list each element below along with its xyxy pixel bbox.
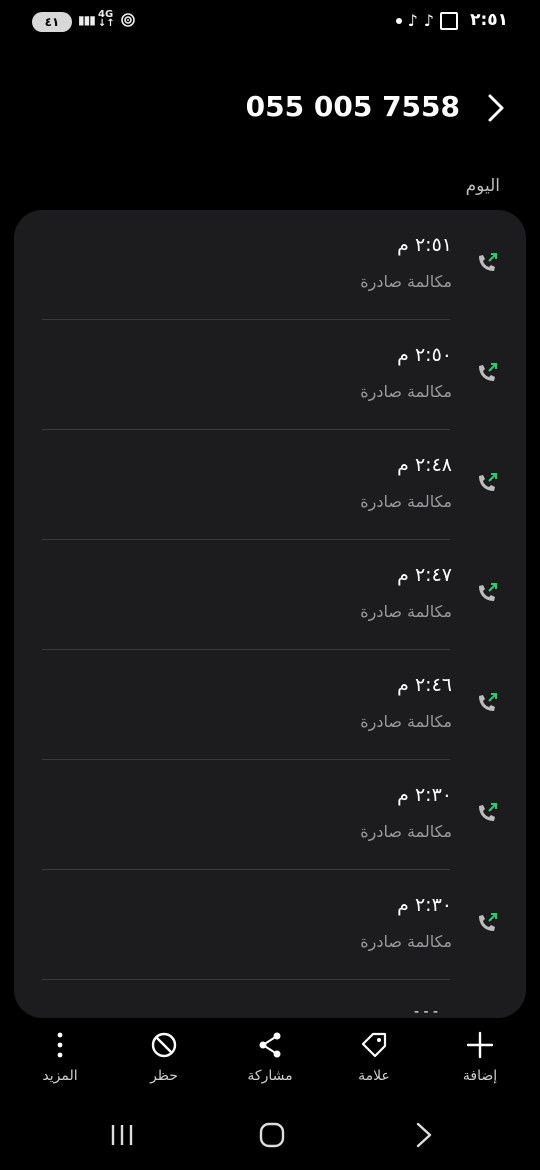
status-bar: ٤١ ▮▮▮ 4G ↓↑ ♪ ♪ ٢:٥١ [0,0,540,44]
more-vertical-icon [57,1032,63,1058]
outgoing-call-icon [479,253,497,271]
call-time: ٢:٤٧ م [397,564,452,586]
call-log-row[interactable]: ٢:٤٨ م مكالمة صادرة [42,430,497,540]
share-label: مشاركة [247,1068,293,1084]
add-button[interactable]: إضافة [430,1030,530,1084]
screen-capture-icon [440,11,458,30]
more-button[interactable]: المزيد [10,1030,110,1084]
partial-row-hint: ‐ ‐ ‐ [414,1004,439,1018]
call-log-row[interactable]: ٢:٥١ م مكالمة صادرة [42,210,497,320]
notification-dot-icon [395,17,402,24]
battery-level: ٤١ [44,15,60,29]
recent-apps-icon[interactable] [102,1120,142,1150]
call-time: ٢:٥١ م [397,234,452,256]
block-icon [151,1032,177,1058]
tiktok-icon: ♪ [407,11,418,30]
tag-button[interactable]: علامة [324,1030,424,1084]
status-time: ٢:٥١ [470,10,508,30]
back-icon[interactable] [404,1120,444,1150]
call-time: ٢:٣٠ م [397,894,452,916]
tag-label: علامة [358,1068,390,1084]
block-button[interactable]: حظر [114,1030,214,1084]
outgoing-call-icon [479,363,497,381]
system-navigation-bar [0,1100,540,1170]
tiktok-icon: ♪ [423,11,434,30]
call-type: مكالمة صادرة [360,382,452,401]
call-type: مكالمة صادرة [360,822,452,841]
call-type: مكالمة صادرة [360,602,452,621]
share-icon [259,1032,281,1058]
call-type: مكالمة صادرة [360,932,452,951]
outgoing-call-icon [479,803,497,821]
call-time: ٢:٤٨ م [397,454,452,476]
add-label: إضافة [462,1068,498,1084]
outgoing-call-icon [479,473,497,491]
network-label: 4G [98,9,114,20]
call-log-row[interactable]: ٢:٣٠ م مكالمة صادرة [42,870,497,980]
tag-icon [361,1032,387,1058]
row-divider [42,979,450,980]
block-label: حظر [150,1068,178,1084]
call-log-row[interactable]: ٢:٣٠ م مكالمة صادرة [42,760,497,870]
share-button[interactable]: مشاركة [220,1030,320,1084]
contact-number: 055 005 7558 [245,90,460,123]
battery-indicator: ٤١ [32,12,72,32]
call-time: ٢:٤٦ م [397,674,452,696]
outgoing-call-icon [479,583,497,601]
more-label: المزيد [42,1068,78,1084]
call-type: مكالمة صادرة [360,492,452,511]
call-time: ٢:٥٠ م [397,344,452,366]
outgoing-call-icon [479,693,497,711]
hotspot-icon [121,13,135,27]
outgoing-call-icon [479,913,497,931]
call-log-row[interactable]: ٢:٥٠ م مكالمة صادرة [42,320,497,430]
call-time: ٢:٣٠ م [397,784,452,806]
back-chevron-icon[interactable] [482,92,508,124]
call-log-row[interactable]: ٢:٤٦ م مكالمة صادرة [42,650,497,760]
call-log-row[interactable]: ٢:٤٧ م مكالمة صادرة [42,540,497,650]
network-type: 4G ↓↑ [98,9,115,29]
call-type: مكالمة صادرة [360,712,452,731]
call-type: مكالمة صادرة [360,272,452,291]
plus-icon [466,1031,494,1059]
home-icon[interactable] [252,1120,292,1150]
action-bar: إضافة علامة مشاركة حظر المزيد [0,1030,540,1094]
notification-icons: ♪ ♪ [395,11,458,30]
signal-icon: ▮▮▮ [78,13,96,27]
date-section-label: اليوم [465,176,500,196]
call-history-card: ٢:٥١ م مكالمة صادرة ٢:٥٠ م مكالمة صادرة ٢:٤٨… [14,210,526,1018]
